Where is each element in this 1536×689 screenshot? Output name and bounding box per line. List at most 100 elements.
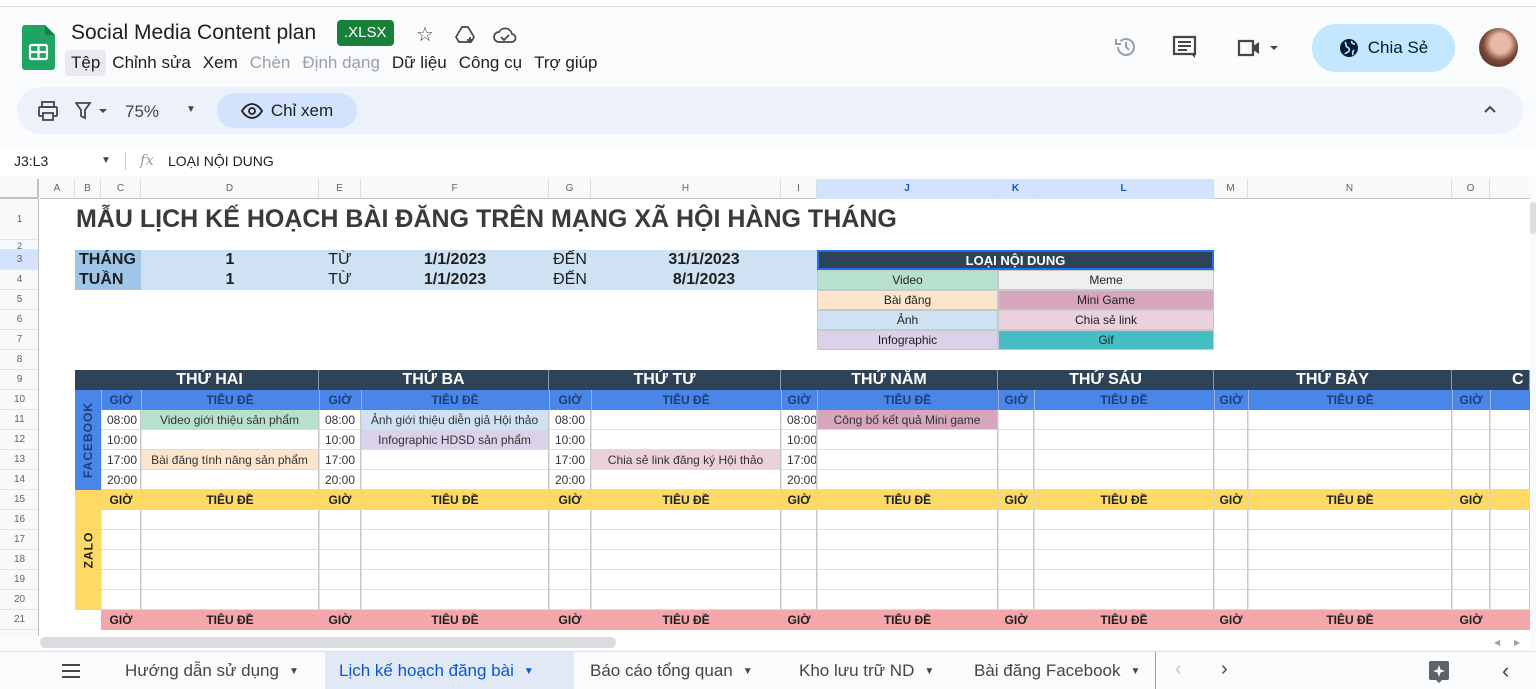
post-title-cell[interactable]: [591, 410, 781, 430]
row-header-17[interactable]: 17: [0, 530, 38, 550]
post-title-cell[interactable]: [591, 430, 781, 450]
post-title-cell[interactable]: [591, 510, 781, 530]
title-column-header[interactable]: TIÊU ĐỀ: [361, 610, 549, 630]
post-title-cell[interactable]: [591, 590, 781, 610]
time-cell[interactable]: [319, 570, 361, 590]
row-header-19[interactable]: 19: [0, 570, 38, 590]
post-title-cell[interactable]: [361, 590, 549, 610]
time-cell[interactable]: 08:00: [781, 410, 817, 430]
post-title-cell[interactable]: [141, 550, 319, 570]
period-to-date[interactable]: 8/1/2023: [591, 270, 817, 290]
post-title-cell[interactable]: [817, 550, 998, 570]
time-column-header[interactable]: GIỜ: [781, 390, 817, 410]
title-column-header[interactable]: TIÊU ĐỀ: [141, 390, 319, 410]
post-title-cell[interactable]: [817, 590, 998, 610]
sheet-tab-guide[interactable]: Hướng dẫn sử dụng ▼: [111, 652, 313, 689]
time-cell[interactable]: [101, 590, 141, 610]
post-title-cell[interactable]: [361, 530, 549, 550]
share-button[interactable]: Chia Sẻ: [1312, 24, 1455, 72]
title-column-header[interactable]: TIÊU ĐỀ: [1034, 490, 1214, 510]
sheet-tab-content-archive[interactable]: Kho lưu trữ ND ▼: [785, 652, 948, 689]
time-cell[interactable]: [1214, 510, 1248, 530]
menu-format[interactable]: Định dạng: [296, 50, 386, 76]
day-header-1[interactable]: THỨ BA: [319, 370, 549, 390]
time-cell[interactable]: [998, 530, 1034, 550]
add-to-drive-icon[interactable]: [455, 25, 477, 45]
video-call-icon[interactable]: [1237, 37, 1281, 59]
tab-dropdown-icon[interactable]: ▼: [1131, 666, 1141, 677]
post-title-cell[interactable]: [591, 550, 781, 570]
time-column-header[interactable]: GIỜ: [549, 610, 591, 630]
side-panel-toggle-icon[interactable]: ‹: [1502, 658, 1509, 684]
post-title-cell[interactable]: Công bố kết quả Mini game: [817, 410, 998, 430]
legend-item[interactable]: Mini Game: [998, 290, 1214, 310]
cloud-saved-icon[interactable]: [493, 26, 517, 44]
row-header-9[interactable]: 9: [0, 370, 38, 390]
time-cell[interactable]: [1452, 550, 1490, 570]
time-cell[interactable]: [1452, 470, 1490, 490]
day-header-0[interactable]: THỨ HAI: [101, 370, 319, 390]
time-cell[interactable]: [781, 530, 817, 550]
title-column-header[interactable]: TIÊU ĐỀ: [591, 610, 781, 630]
day-header-2[interactable]: THỨ TƯ: [549, 370, 781, 390]
post-title-cell[interactable]: [1034, 570, 1214, 590]
time-cell[interactable]: [549, 590, 591, 610]
time-cell[interactable]: 17:00: [781, 450, 817, 470]
title-column-header[interactable]: TIÊU ĐỀ: [817, 490, 998, 510]
time-cell[interactable]: [781, 510, 817, 530]
tab-dropdown-icon[interactable]: ▼: [289, 666, 299, 677]
print-icon[interactable]: [37, 101, 59, 121]
time-cell[interactable]: [1452, 530, 1490, 550]
vertical-scrollbar-track[interactable]: [1530, 199, 1536, 636]
post-title-cell[interactable]: [1248, 570, 1452, 590]
time-column-header[interactable]: GIỜ: [549, 490, 591, 510]
time-column-header[interactable]: GIỜ: [781, 610, 817, 630]
time-column-header[interactable]: GIỜ: [549, 390, 591, 410]
post-title-cell[interactable]: [1248, 590, 1452, 610]
post-title-cell[interactable]: [1248, 450, 1452, 470]
column-header-n[interactable]: N: [1248, 179, 1452, 199]
scroll-tabs-right-icon[interactable]: ›: [1221, 658, 1228, 681]
title-column-header[interactable]: TIÊU ĐỀ: [817, 390, 998, 410]
time-cell[interactable]: [549, 550, 591, 570]
sheet-tab-facebook-posts[interactable]: Bài đăng Facebook ▼: [960, 652, 1156, 689]
time-cell[interactable]: [101, 550, 141, 570]
time-cell[interactable]: [1214, 450, 1248, 470]
row-header-1[interactable]: 1: [0, 199, 38, 240]
title-column-header[interactable]: TIÊU ĐỀ: [1248, 390, 1452, 410]
time-cell[interactable]: [1214, 470, 1248, 490]
time-column-header[interactable]: GIỜ: [101, 390, 141, 410]
title-column-header[interactable]: TIÊU ĐỀ: [591, 490, 781, 510]
tab-dropdown-icon[interactable]: ▼: [743, 666, 753, 677]
period-value[interactable]: 1: [141, 250, 319, 270]
formula-input[interactable]: LOẠI NỘI DUNG: [168, 153, 274, 169]
time-cell[interactable]: 20:00: [549, 470, 591, 490]
post-title-cell[interactable]: [141, 430, 319, 450]
explore-icon[interactable]: [1429, 661, 1449, 683]
scroll-left-icon[interactable]: ◀: [1494, 638, 1500, 647]
time-cell[interactable]: [319, 590, 361, 610]
document-title[interactable]: Social Media Content plan: [71, 21, 316, 45]
menu-tools[interactable]: Công cụ: [453, 50, 528, 76]
sheet-tab-overview-report[interactable]: Báo cáo tổng quan ▼: [576, 652, 767, 689]
time-cell[interactable]: 10:00: [781, 430, 817, 450]
view-only-mode-button[interactable]: Chỉ xem: [217, 93, 357, 128]
post-title-cell[interactable]: [1034, 550, 1214, 570]
day-header-5[interactable]: THỨ BẢY: [1214, 370, 1452, 390]
time-cell[interactable]: [998, 450, 1034, 470]
title-column-header[interactable]: TIÊU ĐỀ: [361, 390, 549, 410]
title-column-header[interactable]: TIÊU ĐỀ: [1034, 610, 1214, 630]
legend-item[interactable]: Chia sẻ link: [998, 310, 1214, 330]
all-sheets-menu-icon[interactable]: [62, 664, 80, 678]
time-cell[interactable]: [781, 590, 817, 610]
history-icon[interactable]: [1113, 34, 1139, 60]
column-header-a[interactable]: A: [40, 179, 75, 199]
sheets-logo-icon[interactable]: [22, 25, 55, 70]
post-title-cell[interactable]: [591, 530, 781, 550]
post-title-cell[interactable]: Chia sẻ link đăng ký Hội thảo: [591, 450, 781, 470]
period-value[interactable]: 1: [141, 270, 319, 290]
menu-insert[interactable]: Chèn: [244, 50, 297, 76]
collapse-toolbar-icon[interactable]: [1482, 103, 1498, 115]
post-title-cell[interactable]: [1490, 470, 1530, 490]
title-column-header[interactable]: TIÊU ĐỀ: [591, 390, 781, 410]
